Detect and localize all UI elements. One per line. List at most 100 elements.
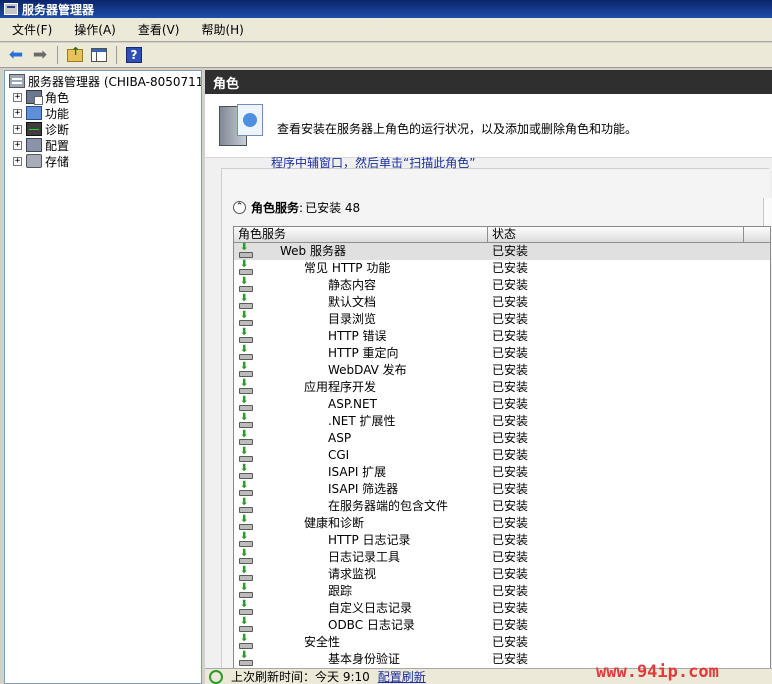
disk-icon <box>239 490 253 496</box>
role-service-name: 日志记录工具 <box>328 550 401 564</box>
table-body: ⬇ Web 服务器 已安装 ⬇ 常见 HTTP 功能 已安装 ⬇ 静态内容 已安装 ⬇ 默认文档 已安… <box>234 242 770 668</box>
show-console-tree-button[interactable] <box>89 45 109 65</box>
up-one-level-button[interactable] <box>65 45 85 65</box>
installed-role-service-icon: ⬇ <box>238 548 254 565</box>
table-row[interactable]: ⬇ .NET 扩展性 已安装 <box>234 412 770 430</box>
configuration-icon <box>26 138 42 152</box>
disk-icon <box>239 439 253 445</box>
roles-icon <box>26 90 43 105</box>
disk-icon <box>239 592 253 598</box>
expand-icon[interactable]: + <box>13 92 22 102</box>
table-row[interactable]: ⬇ HTTP 日志记录 已安装 <box>234 531 770 549</box>
console-tree-icon <box>91 48 107 62</box>
disk-icon <box>239 371 253 377</box>
table-row[interactable]: ⬇ Web 服务器 已安装 <box>234 242 770 260</box>
role-service-name: 请求监视 <box>328 567 377 581</box>
table-row[interactable]: ⬇ ASP 已安装 <box>234 429 770 447</box>
role-service-status: 已安装 <box>492 652 529 666</box>
disk-icon <box>239 320 253 326</box>
tree-item-storage[interactable]: + 存储 <box>13 153 69 169</box>
disk-icon <box>239 456 253 462</box>
installed-role-service-icon: ⬇ <box>238 412 254 429</box>
tree-item-roles[interactable]: + 角色 <box>13 88 70 106</box>
expand-icon[interactable]: + <box>13 108 22 118</box>
table-row[interactable]: ⬇ 目录浏览 已安装 <box>234 310 770 328</box>
disk-icon <box>239 354 253 360</box>
table-row[interactable]: ⬇ 安全性 已安装 <box>234 633 770 651</box>
menu-help[interactable]: 帮助(H) <box>197 20 247 39</box>
role-service-name: 静态内容 <box>328 278 377 292</box>
tree-item-configuration[interactable]: + 配置 <box>13 137 69 153</box>
toolbar: ⬅ ➡ ? <box>0 43 772 68</box>
role-service-status: 已安装 <box>492 601 529 615</box>
installed-role-service-icon: ⬇ <box>238 633 254 650</box>
role-service-status: 已安装 <box>492 312 529 326</box>
column-header-status[interactable]: 状态 <box>488 227 744 243</box>
disk-icon <box>239 269 253 275</box>
expand-icon[interactable]: + <box>13 140 22 150</box>
menu-action[interactable]: 操作(A) <box>70 20 120 39</box>
role-service-name: 跟踪 <box>328 584 353 598</box>
expand-icon[interactable]: + <box>13 156 22 166</box>
table-row[interactable]: ⬇ ASP.NET 已安装 <box>234 395 770 413</box>
role-service-status: 已安装 <box>492 431 529 445</box>
table-row[interactable]: ⬇ 默认文档 已安装 <box>234 293 770 311</box>
configure-refresh-link[interactable]: 配置刷新 <box>378 668 426 684</box>
collapse-icon[interactable]: ⌃ <box>233 201 246 214</box>
installed-role-service-icon: ⬇ <box>238 429 254 446</box>
table-row[interactable]: ⬇ CGI 已安装 <box>234 446 770 464</box>
role-service-status: 已安装 <box>492 584 529 598</box>
disk-icon <box>239 643 253 649</box>
forward-button[interactable]: ➡ <box>30 45 50 65</box>
role-service-status: 已安装 <box>492 329 529 343</box>
table-row[interactable]: ⬇ 日志记录工具 已安装 <box>234 548 770 566</box>
table-row[interactable]: ⬇ ODBC 日志记录 已安装 <box>234 616 770 634</box>
role-services-header[interactable]: ⌃ 角色服务 : 已安装 48 <box>233 199 360 216</box>
role-service-name: ISAPI 筛选器 <box>328 482 399 496</box>
role-service-name: Web 服务器 <box>280 244 346 258</box>
disk-icon <box>239 558 253 564</box>
back-button[interactable]: ⬅ <box>6 45 26 65</box>
role-service-status: 已安装 <box>492 278 529 292</box>
installed-role-service-icon: ⬇ <box>238 361 254 378</box>
tree-root-server-manager[interactable]: 服务器管理器 (CHIBA-80507112 <box>9 73 201 89</box>
menu-view[interactable]: 查看(V) <box>134 20 184 39</box>
help-button[interactable]: ? <box>124 45 144 65</box>
tree-item-label: 角色 <box>45 88 70 106</box>
tree-item-features[interactable]: + 功能 <box>13 105 69 121</box>
role-service-name: 基本身份验证 <box>328 652 401 666</box>
table-row[interactable]: ⬇ WebDAV 发布 已安装 <box>234 361 770 379</box>
role-service-name: WebDAV 发布 <box>328 363 407 377</box>
column-header-role-service[interactable]: 角色服务 <box>234 227 488 243</box>
table-row[interactable]: ⬇ ISAPI 扩展 已安装 <box>234 463 770 481</box>
table-row[interactable]: ⬇ 自定义日志记录 已安装 <box>234 599 770 617</box>
disk-icon <box>239 609 253 615</box>
installed-role-service-icon: ⬇ <box>238 565 254 582</box>
role-service-status: 已安装 <box>492 635 529 649</box>
menu-file[interactable]: 文件(F) <box>8 20 56 39</box>
table-row[interactable]: ⬇ HTTP 错误 已安装 <box>234 327 770 345</box>
role-service-status: 已安装 <box>492 618 529 632</box>
details-header: 角色 <box>205 70 772 94</box>
disk-icon <box>239 422 253 428</box>
table-row[interactable]: ⬇ 在服务器端的包含文件 已安装 <box>234 497 770 515</box>
role-services-title: 角色服务 <box>251 201 300 215</box>
role-service-name: 在服务器端的包含文件 <box>328 499 449 513</box>
tree-item-diagnostics[interactable]: + 诊断 <box>13 121 69 137</box>
table-row[interactable]: ⬇ 请求监视 已安装 <box>234 565 770 583</box>
table-row[interactable]: ⬇ 静态内容 已安装 <box>234 276 770 294</box>
disk-icon <box>239 303 253 309</box>
table-row[interactable]: ⬇ ISAPI 筛选器 已安装 <box>234 480 770 498</box>
installed-role-service-icon: ⬇ <box>238 531 254 548</box>
role-services-table[interactable]: 角色服务 状态 ⬇ Web 服务器 已安装 ⬇ 常见 HTTP 功能 已安装 ⬇ 静态内容 已安… <box>233 226 771 684</box>
expand-icon[interactable]: + <box>13 124 22 134</box>
role-service-status: 已安装 <box>492 380 529 394</box>
table-row[interactable]: ⬇ 跟踪 已安装 <box>234 582 770 600</box>
table-row[interactable]: ⬇ 健康和诊断 已安装 <box>234 514 770 532</box>
title-bar: 服务器管理器 <box>0 0 772 18</box>
table-row[interactable]: ⬇ HTTP 重定向 已安装 <box>234 344 770 362</box>
column-header-filler <box>744 227 770 243</box>
roles-banner: 查看安装在服务器上角色的运行状况，以及添加或删除角色和功能。 <box>205 94 772 158</box>
table-row[interactable]: ⬇ 常见 HTTP 功能 已安装 <box>234 259 770 277</box>
table-row[interactable]: ⬇ 应用程序开发 已安装 <box>234 378 770 396</box>
